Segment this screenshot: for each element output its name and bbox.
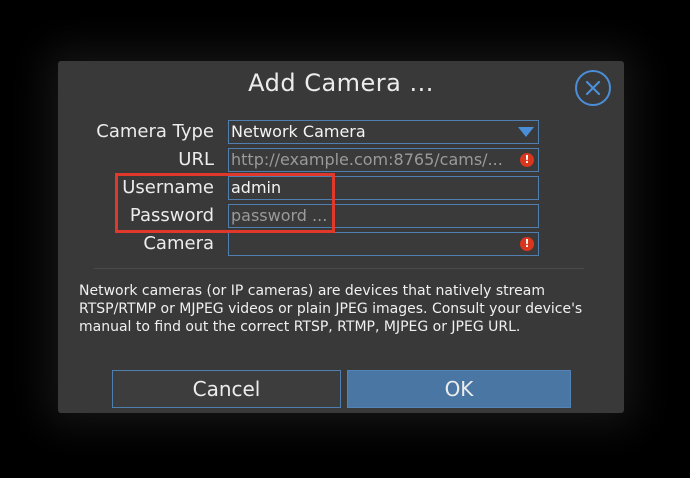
- add-camera-dialog: Add Camera ... Camera Type Network Camer…: [58, 61, 624, 413]
- ok-button[interactable]: OK: [347, 370, 571, 408]
- username-value: admin: [231, 178, 282, 197]
- password-label: Password: [129, 205, 214, 226]
- cancel-button[interactable]: Cancel: [112, 370, 341, 408]
- chevron-down-icon: [518, 127, 534, 137]
- description-text: Network cameras (or IP cameras) are devi…: [79, 283, 583, 335]
- username-label: Username: [122, 177, 214, 198]
- error-icon: !: [520, 153, 534, 167]
- separator: [94, 268, 584, 269]
- password-input[interactable]: password ...: [228, 204, 539, 228]
- url-input[interactable]: http://example.com:8765/cams/... !: [228, 148, 539, 172]
- url-placeholder: http://example.com:8765/cams/...: [231, 150, 503, 169]
- camera-type-select[interactable]: Network Camera: [228, 120, 539, 144]
- error-icon: !: [520, 237, 534, 251]
- camera-type-label: Camera Type: [96, 121, 214, 142]
- camera-select[interactable]: !: [228, 232, 539, 256]
- password-placeholder: password ...: [231, 206, 328, 225]
- close-icon: [585, 80, 601, 96]
- camera-type-value: Network Camera: [231, 122, 366, 141]
- close-button[interactable]: [575, 70, 611, 106]
- camera-label: Camera: [143, 233, 214, 254]
- username-input[interactable]: admin: [228, 176, 539, 200]
- dialog-title: Add Camera ...: [248, 69, 434, 97]
- url-label: URL: [178, 149, 214, 170]
